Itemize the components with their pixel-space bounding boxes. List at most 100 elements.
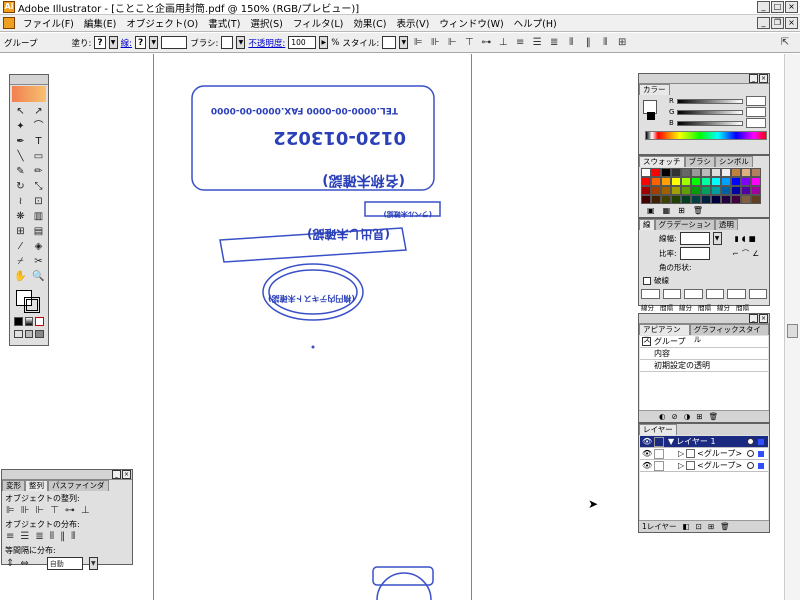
distribute-right-icon[interactable]: ⫴	[71, 531, 75, 542]
swatch-44[interactable]	[721, 195, 731, 204]
join-bevel-icon[interactable]: ∠	[752, 249, 759, 258]
swatch-3[interactable]	[671, 168, 681, 177]
visibility-eye-icon[interactable]: 👁	[642, 449, 652, 459]
align-right-icon[interactable]: ⊩	[35, 505, 44, 516]
gradient-mode-icon[interactable]	[24, 317, 34, 326]
selection-square-icon[interactable]	[758, 438, 764, 445]
style-field[interactable]	[382, 36, 397, 49]
tab-gradient[interactable]: グラデーション	[654, 219, 715, 230]
make-clipping-mask-icon[interactable]: ◧	[683, 522, 690, 531]
swatch-23[interactable]	[751, 177, 761, 186]
align-panel-header[interactable]: _ ×	[2, 470, 132, 480]
target-circle-icon[interactable]	[747, 438, 754, 445]
swatch-45[interactable]	[731, 195, 741, 204]
spacing-horizontal-icon[interactable]: ⇔	[20, 558, 28, 569]
reduce-basic-icon[interactable]: ◑	[684, 412, 691, 421]
dash-2-input[interactable]	[684, 289, 703, 299]
swatch-9[interactable]	[731, 168, 741, 177]
distribute-bottom-icon[interactable]: ≣	[35, 531, 43, 542]
distribute-left-icon[interactable]: ⦀	[50, 531, 54, 542]
swatch-38[interactable]	[661, 195, 671, 204]
style-dropdown[interactable]: ▼	[399, 36, 409, 49]
stroke-weight-dropdown[interactable]: ▼	[712, 232, 722, 245]
menu-filter[interactable]: フィルタ(L)	[288, 16, 349, 30]
tab-symbols[interactable]: シンボル	[714, 156, 753, 167]
limit-input[interactable]	[679, 247, 710, 260]
rectangle-tool-icon[interactable]: ▭	[31, 150, 46, 164]
distribute-hcenter-icon[interactable]: ‖	[60, 531, 65, 542]
doc-restore-button[interactable]: ❐	[771, 17, 784, 29]
distribute-top-icon[interactable]: ≡	[6, 531, 14, 542]
spacing-dropdown[interactable]: ▼	[88, 557, 98, 570]
lock-toggle[interactable]	[654, 436, 664, 447]
swatch-15[interactable]	[671, 177, 681, 186]
fill-dropdown[interactable]: ▼	[108, 36, 118, 49]
tab-color[interactable]: カラー	[639, 84, 670, 95]
maximize-button[interactable]: □	[771, 1, 784, 13]
swatch-12[interactable]	[641, 177, 651, 186]
swatch-18[interactable]	[701, 177, 711, 186]
free-transform-tool-icon[interactable]: ⊡	[31, 195, 46, 209]
swatch-22[interactable]	[741, 177, 751, 186]
align-vcenter-icon[interactable]: ⊶	[65, 505, 75, 516]
appearance-panel-header[interactable]: _ ×	[639, 314, 769, 324]
swatch-5[interactable]	[691, 168, 701, 177]
menu-edit[interactable]: 編集(E)	[79, 16, 121, 30]
distribute-top-icon[interactable]: ≡	[513, 36, 527, 50]
stroke-label[interactable]: 線:	[121, 37, 132, 49]
swatch-36[interactable]	[641, 195, 651, 204]
menu-object[interactable]: オブジェクト(O)	[121, 16, 203, 30]
visibility-eye-icon[interactable]: 👁	[642, 461, 652, 471]
swatch-39[interactable]	[671, 195, 681, 204]
swatch-0[interactable]	[641, 168, 651, 177]
fill-swatch[interactable]: ?	[94, 36, 106, 49]
new-swatch-icon[interactable]: ⊞	[678, 206, 685, 215]
none-mode-icon[interactable]	[35, 317, 45, 326]
swatch-37[interactable]	[651, 195, 661, 204]
pencil-tool-icon[interactable]: ✏	[31, 165, 46, 179]
swatch-2[interactable]	[661, 168, 671, 177]
tab-transform[interactable]: 変形	[2, 480, 25, 491]
graph-tool-icon[interactable]: ▥	[31, 210, 46, 224]
align-vcenter-icon[interactable]: ⊶	[479, 36, 493, 50]
layer-row-group-2[interactable]: 👁 ▷ <グループ>	[640, 460, 768, 472]
color-panel-header[interactable]: _ ×	[639, 74, 769, 84]
menu-window[interactable]: ウィンドウ(W)	[434, 16, 508, 30]
gap-3-input[interactable]	[748, 289, 767, 299]
dashed-checkbox[interactable]	[643, 276, 651, 285]
vertical-scrollbar[interactable]	[784, 54, 800, 600]
blue-value-input[interactable]	[745, 118, 766, 128]
red-value-input[interactable]	[745, 96, 766, 106]
color-mode-icon[interactable]	[14, 317, 23, 326]
color-panel-close-button[interactable]: ×	[759, 74, 768, 83]
distribute-left-icon[interactable]: ⦀	[564, 36, 578, 50]
stroke-dropdown[interactable]: ▼	[149, 36, 159, 49]
stroke-weight-input[interactable]	[679, 232, 710, 245]
join-round-icon[interactable]: ⌒	[742, 248, 750, 259]
show-swatch-kinds-icon[interactable]: ▣	[647, 206, 655, 215]
mesh-tool-icon[interactable]: ⊞	[13, 225, 28, 239]
swatch-46[interactable]	[741, 195, 751, 204]
menu-type[interactable]: 書式(T)	[203, 16, 245, 30]
new-sublayer-icon[interactable]: ⊡	[696, 522, 702, 531]
visibility-eye-icon[interactable]: 👁	[642, 437, 652, 447]
swatch-43[interactable]	[711, 195, 721, 204]
tab-pathfinder[interactable]: パスファインダ	[48, 480, 109, 491]
swatch-47[interactable]	[751, 195, 761, 204]
brush-dropdown[interactable]: ▼	[236, 36, 246, 49]
screen-mode-icon[interactable]	[14, 330, 23, 338]
distribute-vcenter-icon[interactable]: ☰	[20, 531, 29, 542]
swatch-1[interactable]	[651, 168, 661, 177]
appearance-header-row[interactable]: グループ	[640, 336, 768, 348]
opacity-input[interactable]: 100	[288, 36, 317, 49]
lock-toggle[interactable]	[654, 448, 664, 459]
swatch-40[interactable]	[681, 195, 691, 204]
direct-selection-tool-icon[interactable]: ↗	[31, 105, 46, 119]
align-panel-close-button[interactable]: ×	[122, 470, 131, 479]
selection-square-icon[interactable]	[758, 462, 764, 469]
clear-appearance-icon[interactable]: ⊘	[672, 412, 678, 421]
close-button[interactable]: ×	[785, 1, 798, 13]
selection-square-icon[interactable]	[758, 450, 764, 457]
scale-tool-icon[interactable]: ⤡	[31, 180, 46, 194]
appearance-row-contents[interactable]: 内容	[640, 348, 768, 360]
